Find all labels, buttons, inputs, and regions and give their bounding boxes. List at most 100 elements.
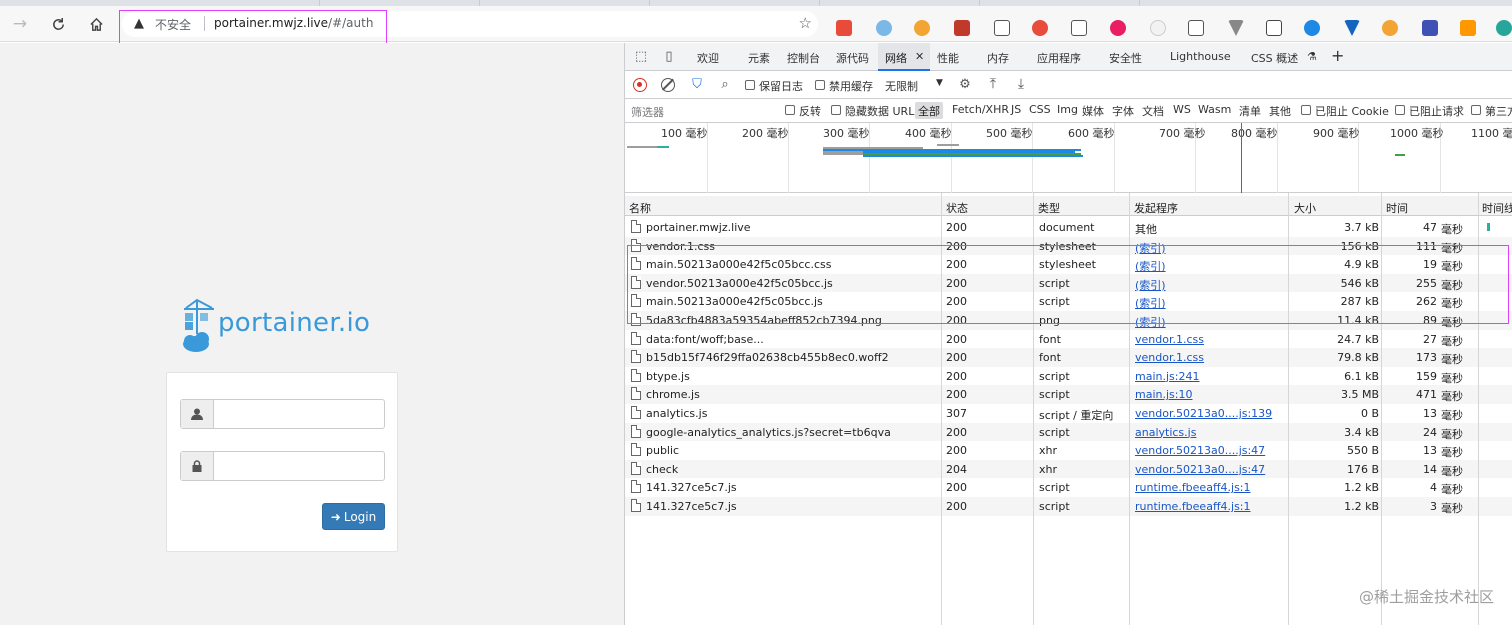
favorite-star-icon[interactable]: ☆: [799, 14, 812, 32]
close-tab-icon[interactable]: ✕: [915, 50, 924, 63]
table-row[interactable]: btype.js 200 script main.js:241 6.1 kB 159 毫秒: [625, 367, 1512, 386]
device-toolbar-icon[interactable]: ▯: [661, 49, 677, 65]
request-initiator[interactable]: main.js:241: [1135, 370, 1285, 383]
clear-icon[interactable]: [661, 78, 675, 92]
network-overview[interactable]: 100 毫秒 200 毫秒 300 毫秒 400 毫秒 500 毫秒 600 毫…: [625, 123, 1512, 193]
request-initiator[interactable]: runtime.fbeeaff4.js:1: [1135, 500, 1285, 513]
extension-icon[interactable]: [1422, 20, 1438, 36]
table-row[interactable]: chrome.js 200 script main.js:10 3.5 MB 471 毫秒: [625, 385, 1512, 404]
import-har-icon[interactable]: ⤒: [985, 76, 1001, 92]
request-name[interactable]: analytics.js: [646, 407, 936, 420]
blocked-requests-checkbox[interactable]: [1395, 105, 1405, 115]
request-name[interactable]: check: [646, 463, 936, 476]
table-row[interactable]: google-analytics_analytics.js?secret=tb6…: [625, 422, 1512, 442]
hide-data-urls-checkbox[interactable]: [831, 105, 841, 115]
filter-type-button[interactable]: Img: [1057, 103, 1078, 116]
extension-icon[interactable]: [1032, 20, 1048, 36]
table-row[interactable]: b15db15f746f29ffa02638cb455b8ec0.woff2 20…: [625, 348, 1512, 367]
column-header-initiator[interactable]: 发起程序: [1134, 200, 1178, 216]
export-har-icon[interactable]: ⤓: [1013, 76, 1029, 92]
extension-icon[interactable]: [954, 20, 970, 36]
table-row[interactable]: portainer.mwjz.live 200 document 其他 3.7 kB 47…: [625, 218, 1512, 237]
tab-memory[interactable]: 内存: [987, 50, 1009, 66]
tab-application[interactable]: 应用程序: [1037, 50, 1081, 66]
chevron-down-icon[interactable]: ▼: [936, 78, 943, 88]
preserve-log-checkbox[interactable]: [745, 80, 755, 90]
request-name[interactable]: data:font/woff;base...: [646, 333, 936, 346]
search-icon[interactable]: ⌕: [717, 77, 733, 93]
table-row[interactable]: 141.327ce5c7.js 200 script runtime.fbeeaff4…: [625, 478, 1512, 497]
filter-type-button[interactable]: 清单: [1239, 103, 1261, 119]
filter-icon[interactable]: ⛉: [689, 77, 705, 93]
tab-performance[interactable]: 性能: [937, 50, 959, 66]
request-name[interactable]: btype.js: [646, 370, 936, 383]
invert-checkbox[interactable]: [785, 105, 795, 115]
extension-icon[interactable]: [1344, 20, 1360, 36]
column-header-waterfall[interactable]: 时间线: [1482, 200, 1512, 216]
extension-icon[interactable]: [1228, 20, 1244, 36]
extension-icon[interactable]: [1188, 20, 1204, 36]
tab-welcome[interactable]: 欢迎: [697, 50, 719, 66]
tab-elements[interactable]: 元素: [748, 50, 770, 66]
third-party-checkbox[interactable]: [1471, 105, 1481, 115]
filter-type-button[interactable]: JS: [1011, 103, 1021, 116]
request-name[interactable]: google-analytics_analytics.js?secret=tb6…: [646, 426, 936, 439]
disable-cache-checkbox[interactable]: [815, 80, 825, 90]
tab-console[interactable]: 控制台: [787, 50, 820, 66]
inspect-element-icon[interactable]: ⬚: [633, 49, 649, 65]
tab-lighthouse[interactable]: Lighthouse: [1170, 50, 1231, 63]
request-initiator[interactable]: vendor.1.css: [1135, 351, 1285, 364]
filter-type-button[interactable]: WS: [1173, 103, 1191, 116]
login-button[interactable]: ➜ Login: [322, 503, 385, 530]
filter-type-button[interactable]: Wasm: [1198, 103, 1231, 116]
network-conditions-icon[interactable]: ⚙: [957, 77, 973, 93]
extension-icon[interactable]: [914, 20, 930, 36]
filter-type-button[interactable]: 字体: [1112, 103, 1134, 119]
throttle-select[interactable]: 无限制: [885, 78, 918, 94]
extension-icon[interactable]: [1460, 20, 1476, 36]
request-initiator[interactable]: vendor.50213a0....js:47: [1135, 463, 1285, 476]
tab-security[interactable]: 安全性: [1109, 50, 1142, 66]
tab-sources[interactable]: 源代码: [836, 50, 869, 66]
record-icon[interactable]: [633, 78, 647, 92]
table-row[interactable]: data:font/woff;base... 200 font vendor.1.cs…: [625, 330, 1512, 349]
filter-type-button[interactable]: 文档: [1142, 103, 1164, 119]
request-name[interactable]: portainer.mwjz.live: [646, 221, 936, 234]
request-initiator[interactable]: vendor.50213a0....js:47: [1135, 444, 1285, 457]
extension-icon[interactable]: [1304, 20, 1320, 36]
filter-type-button[interactable]: CSS: [1029, 103, 1051, 116]
extension-icon[interactable]: [1110, 20, 1126, 36]
filter-type-button[interactable]: 媒体: [1082, 103, 1104, 119]
filter-type-button[interactable]: 其他: [1269, 103, 1291, 119]
column-header-time[interactable]: 时间: [1386, 200, 1408, 216]
add-tab-icon[interactable]: +: [1331, 46, 1344, 65]
password-field[interactable]: [180, 451, 385, 481]
request-name[interactable]: chrome.js: [646, 388, 936, 401]
extension-icon[interactable]: [1071, 20, 1087, 36]
blocked-cookies-checkbox[interactable]: [1301, 105, 1311, 115]
forward-icon[interactable]: →: [10, 14, 30, 34]
request-initiator[interactable]: vendor.1.css: [1135, 333, 1285, 346]
column-header-size[interactable]: 大小: [1294, 200, 1316, 216]
extension-icon[interactable]: [994, 20, 1010, 36]
column-header-type[interactable]: 类型: [1038, 200, 1060, 216]
extension-icon[interactable]: [1266, 20, 1282, 36]
request-initiator[interactable]: main.js:10: [1135, 388, 1285, 401]
username-field[interactable]: [180, 399, 385, 429]
table-row[interactable]: public 200 xhr vendor.50213a0....js:47 550 B…: [625, 441, 1512, 460]
filter-input[interactable]: 筛选器: [631, 104, 664, 120]
request-name[interactable]: public: [646, 444, 936, 457]
table-row[interactable]: 141.327ce5c7.js 200 script runtime.fbeeaff4…: [625, 497, 1512, 516]
request-initiator[interactable]: analytics.js: [1135, 426, 1285, 439]
tab-network[interactable]: 网络: [885, 50, 907, 66]
request-initiator[interactable]: vendor.50213a0....js:139: [1135, 407, 1285, 420]
request-name[interactable]: 141.327ce5c7.js: [646, 481, 936, 494]
filter-all-button[interactable]: 全部: [915, 102, 943, 119]
reload-icon[interactable]: [48, 14, 68, 34]
request-initiator[interactable]: runtime.fbeeaff4.js:1: [1135, 481, 1285, 494]
column-header-name[interactable]: 名称: [629, 200, 651, 216]
column-header-status[interactable]: 状态: [946, 200, 968, 216]
filter-type-button[interactable]: Fetch/XHR: [952, 103, 1009, 116]
table-row[interactable]: check 204 xhr vendor.50213a0....js:47 176 B 1…: [625, 459, 1512, 479]
extension-icon[interactable]: [1496, 20, 1512, 36]
